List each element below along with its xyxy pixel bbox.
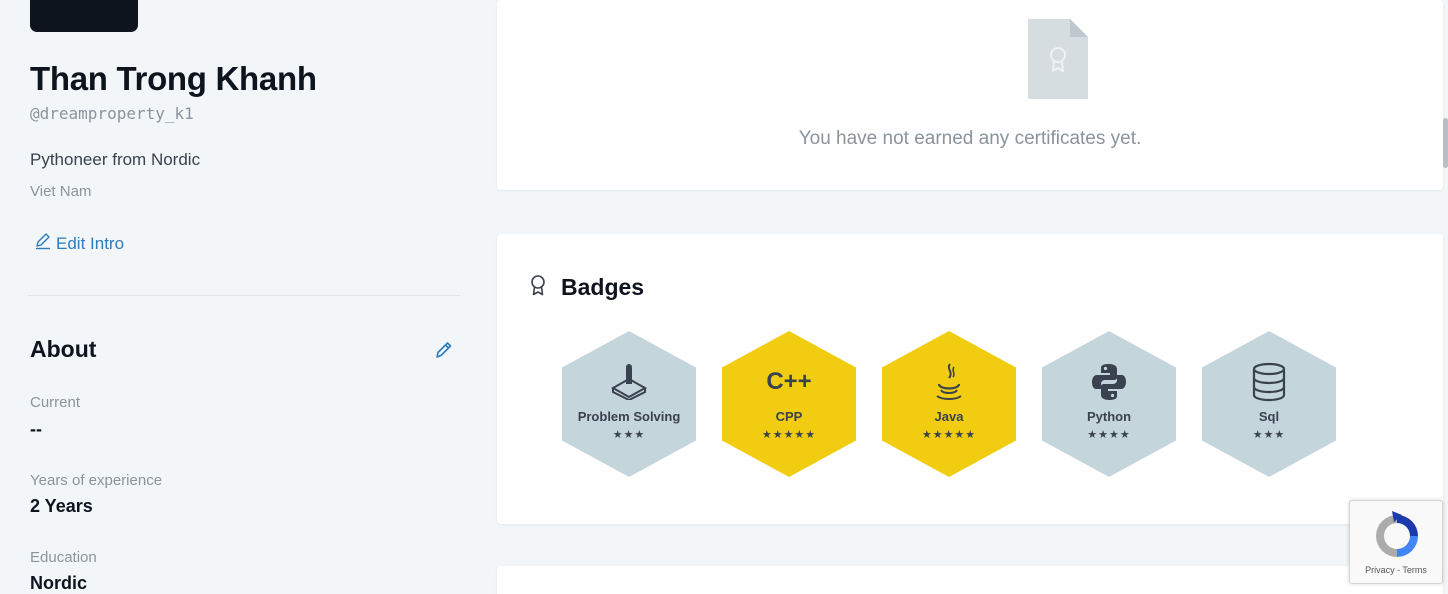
profile-handle: @dreamproperty_k1	[30, 104, 194, 123]
certificates-card: You have not earned any certificates yet…	[497, 0, 1443, 190]
about-experience-label: Years of experience	[30, 472, 163, 489]
java-icon	[934, 361, 964, 403]
recaptcha-privacy-terms[interactable]: Privacy - Terms	[1350, 565, 1442, 575]
about-edit-pencil-icon[interactable]	[431, 338, 455, 362]
about-title: About	[30, 336, 97, 362]
pencil-icon	[34, 232, 52, 255]
badge-cpp[interactable]: C++ CPP ★★★★★	[722, 331, 856, 477]
next-section-card	[497, 566, 1443, 594]
cpp-icon: C++	[766, 361, 811, 403]
badge-problem-solving[interactable]: Problem Solving ★★★	[562, 331, 696, 477]
problem-solving-icon	[609, 361, 649, 403]
certificate-file-icon	[1028, 19, 1088, 104]
award-ribbon-icon	[529, 274, 547, 301]
badge-stars: ★★★★★	[921, 429, 977, 441]
profile-name: Than Trong Khanh	[30, 60, 317, 97]
badges-header: Badges	[529, 274, 644, 301]
badges-card: Badges Problem Solving ★★★ C++ CPP ★★★★★	[497, 234, 1443, 524]
badge-name: Python	[1086, 409, 1132, 424]
badge-stars: ★★★★	[1087, 429, 1131, 441]
about-current-label: Current	[30, 394, 81, 411]
badge-stars: ★★★	[612, 429, 646, 441]
profile-bio: Pythoneer from Nordic	[30, 150, 201, 169]
about-experience-value: 2 Years	[30, 496, 93, 516]
recaptcha-logo-icon	[1370, 509, 1424, 568]
badge-python[interactable]: Python ★★★★	[1042, 331, 1176, 477]
badge-name: Sql	[1258, 409, 1280, 424]
avatar[interactable]	[30, 0, 138, 32]
sql-database-icon	[1249, 361, 1289, 403]
profile-sidebar: Than Trong Khanh @dreamproperty_k1 Pytho…	[8, 0, 490, 594]
badge-java[interactable]: Java ★★★★★	[882, 331, 1016, 477]
profile-country: Viet Nam	[30, 183, 92, 200]
badge-stars: ★★★★★	[761, 429, 817, 441]
about-current-value: --	[30, 419, 42, 439]
edit-intro-link[interactable]: Edit Intro	[34, 232, 124, 255]
certificates-empty-message: You have not earned any certificates yet…	[798, 128, 1142, 149]
profile-page: Than Trong Khanh @dreamproperty_k1 Pytho…	[0, 0, 1448, 594]
cpp-icon-text: C++	[766, 368, 812, 395]
badges-title: Badges	[561, 274, 645, 300]
section-divider	[28, 295, 460, 296]
page-scrollbar-thumb[interactable]	[1443, 118, 1448, 168]
about-education-value: Nordic	[30, 573, 88, 593]
recaptcha-badge[interactable]: Privacy - Terms	[1349, 500, 1443, 584]
badge-sql[interactable]: Sql ★★★	[1202, 331, 1336, 477]
edit-intro-label: Edit Intro	[56, 233, 125, 253]
badge-name: Java	[934, 409, 964, 424]
badge-stars: ★★★	[1252, 429, 1286, 441]
about-education-label: Education	[30, 549, 97, 566]
badge-name: Problem Solving	[577, 409, 681, 424]
badge-name: CPP	[775, 409, 803, 424]
python-icon	[1089, 361, 1129, 403]
